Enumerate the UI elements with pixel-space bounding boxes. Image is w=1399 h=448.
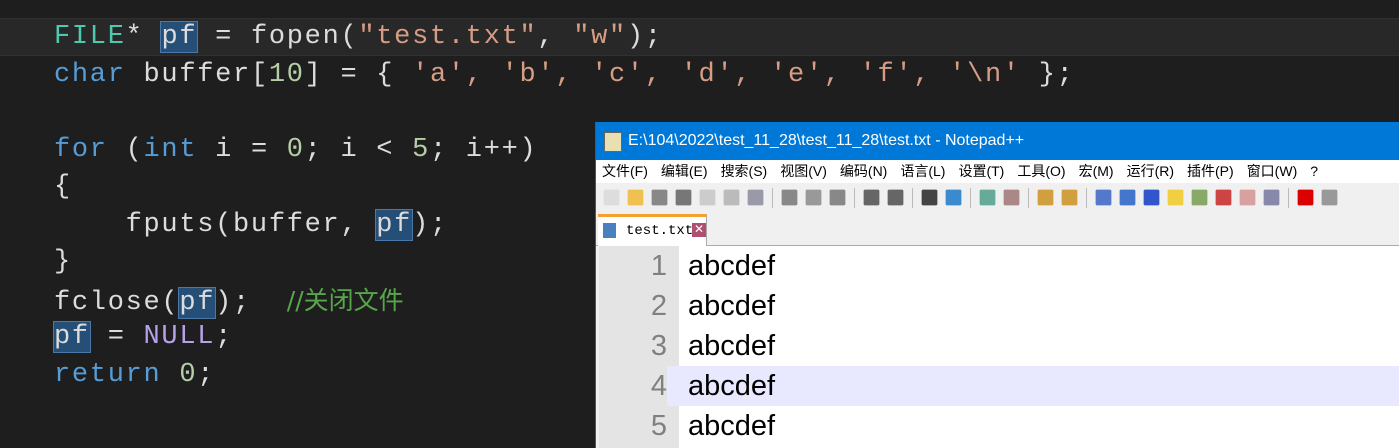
menu-item[interactable]: 宏(M) xyxy=(1079,160,1114,183)
tab-test-txt[interactable]: test.txt ✕ xyxy=(598,214,707,247)
zoom-in-icon[interactable] xyxy=(979,189,996,206)
doc-map-icon[interactable] xyxy=(1191,189,1208,206)
notepad-plus-plus-window: E:\104\2022\test_11_28\test_11_28\test.t… xyxy=(595,122,1399,448)
undo-icon[interactable] xyxy=(863,189,880,206)
code-line-9: pf = NULL; xyxy=(53,321,234,353)
window-title: E:\104\2022\test_11_28\test_11_28\test.t… xyxy=(628,132,1025,149)
line-number: 4 xyxy=(599,366,667,406)
show-all-icon[interactable] xyxy=(1119,189,1136,206)
code-line-5: { xyxy=(54,172,72,202)
line-number: 5 xyxy=(650,410,667,442)
editor-line[interactable]: 3 abcdef xyxy=(599,326,1399,366)
menu-item[interactable]: 语言(L) xyxy=(900,160,945,183)
sync-h-icon[interactable] xyxy=(1061,189,1078,206)
cut-icon[interactable] xyxy=(781,189,798,206)
print-icon[interactable] xyxy=(747,189,764,206)
find-icon[interactable] xyxy=(921,189,938,206)
record-icon[interactable] xyxy=(1297,189,1314,206)
line-text: abcdef xyxy=(688,290,776,322)
word-wrap-icon[interactable] xyxy=(1095,189,1112,206)
paste-icon[interactable] xyxy=(829,189,846,206)
save-all-icon[interactable] xyxy=(675,189,692,206)
menu-item[interactable]: 编码(N) xyxy=(840,160,887,183)
menu-bar: 文件(F) 编辑(E) 搜索(S) 视图(V) 编码(N) 语言(L) 设置(T) 工具(O)… xyxy=(596,160,1399,183)
new-icon[interactable] xyxy=(603,189,620,206)
code-line-8: fclose(pf); //关闭文件 xyxy=(54,286,404,319)
text-editor[interactable]: 1 abcdef 2 abcdef 3 abcdef 4 abcdef 5 abcdef xyxy=(599,246,1399,448)
menu-item[interactable]: 搜索(S) xyxy=(721,160,768,183)
line-text: abcdef xyxy=(688,330,776,362)
toolbar-separator xyxy=(1028,187,1029,208)
line-text: abcdef xyxy=(688,370,776,402)
menu-item[interactable]: 运行(R) xyxy=(1127,160,1174,183)
stop-icon[interactable] xyxy=(1321,189,1338,206)
menu-item[interactable]: 编辑(E) xyxy=(661,160,708,183)
monitor-icon[interactable] xyxy=(1263,189,1280,206)
code-line-6: fputs(buffer, pf); xyxy=(54,209,448,241)
tab-bar: test.txt ✕ xyxy=(596,212,1399,247)
code-line-1: FILE* pf = fopen("test.txt", "w"); xyxy=(54,21,663,53)
title-bar[interactable]: E:\104\2022\test_11_28\test_11_28\test.t… xyxy=(596,122,1399,160)
code-line-10: return 0; xyxy=(54,360,216,390)
code-line-4: for (int i = 0; i < 5; i++) xyxy=(54,135,538,165)
menu-item[interactable]: 窗口(W) xyxy=(1247,160,1298,183)
indent-guide-icon[interactable] xyxy=(1143,189,1160,206)
toolbar-separator xyxy=(1086,187,1087,208)
toolbar-separator xyxy=(1288,187,1289,208)
menu-item[interactable]: 设置(T) xyxy=(958,160,1004,183)
toolbar xyxy=(596,183,1399,212)
editor-line[interactable]: 4 abcdef xyxy=(599,366,1399,406)
menu-item[interactable]: 插件(P) xyxy=(1187,160,1234,183)
udl-icon[interactable] xyxy=(1167,189,1184,206)
line-text: abcdef xyxy=(688,410,776,442)
save-icon[interactable] xyxy=(651,189,668,206)
close-icon[interactable] xyxy=(699,189,716,206)
zoom-out-icon[interactable] xyxy=(1003,189,1020,206)
menu-item[interactable]: ? xyxy=(1310,160,1318,183)
close-all-icon[interactable] xyxy=(723,189,740,206)
function-list-icon[interactable] xyxy=(1215,189,1232,206)
open-icon[interactable] xyxy=(627,189,644,206)
toolbar-separator xyxy=(772,187,773,208)
copy-icon[interactable] xyxy=(805,189,822,206)
folder-icon[interactable] xyxy=(1239,189,1256,206)
line-number: 3 xyxy=(650,330,667,362)
saved-file-icon xyxy=(603,223,616,238)
line-text: abcdef xyxy=(688,250,776,282)
toolbar-separator xyxy=(970,187,971,208)
code-line-2: char buffer[10] = { 'a', 'b', 'c', 'd', … xyxy=(54,60,1075,90)
editor-line[interactable]: 2 abcdef xyxy=(599,286,1399,326)
editor-line[interactable]: 1 abcdef xyxy=(599,246,1399,286)
editor-line[interactable]: 5 abcdef xyxy=(599,406,1399,446)
menu-item[interactable]: 视图(V) xyxy=(780,160,827,183)
toolbar-separator xyxy=(912,187,913,208)
line-number: 1 xyxy=(650,250,667,282)
menu-item[interactable]: 工具(O) xyxy=(1017,160,1065,183)
close-tab-icon[interactable]: ✕ xyxy=(692,223,706,237)
replace-icon[interactable] xyxy=(945,189,962,206)
sync-v-icon[interactable] xyxy=(1037,189,1054,206)
notepad-app-icon xyxy=(604,132,622,152)
toolbar-separator xyxy=(854,187,855,208)
code-line-7: } xyxy=(54,247,72,277)
menu-item[interactable]: 文件(F) xyxy=(602,160,648,183)
redo-icon[interactable] xyxy=(887,189,904,206)
line-number: 2 xyxy=(650,290,667,322)
